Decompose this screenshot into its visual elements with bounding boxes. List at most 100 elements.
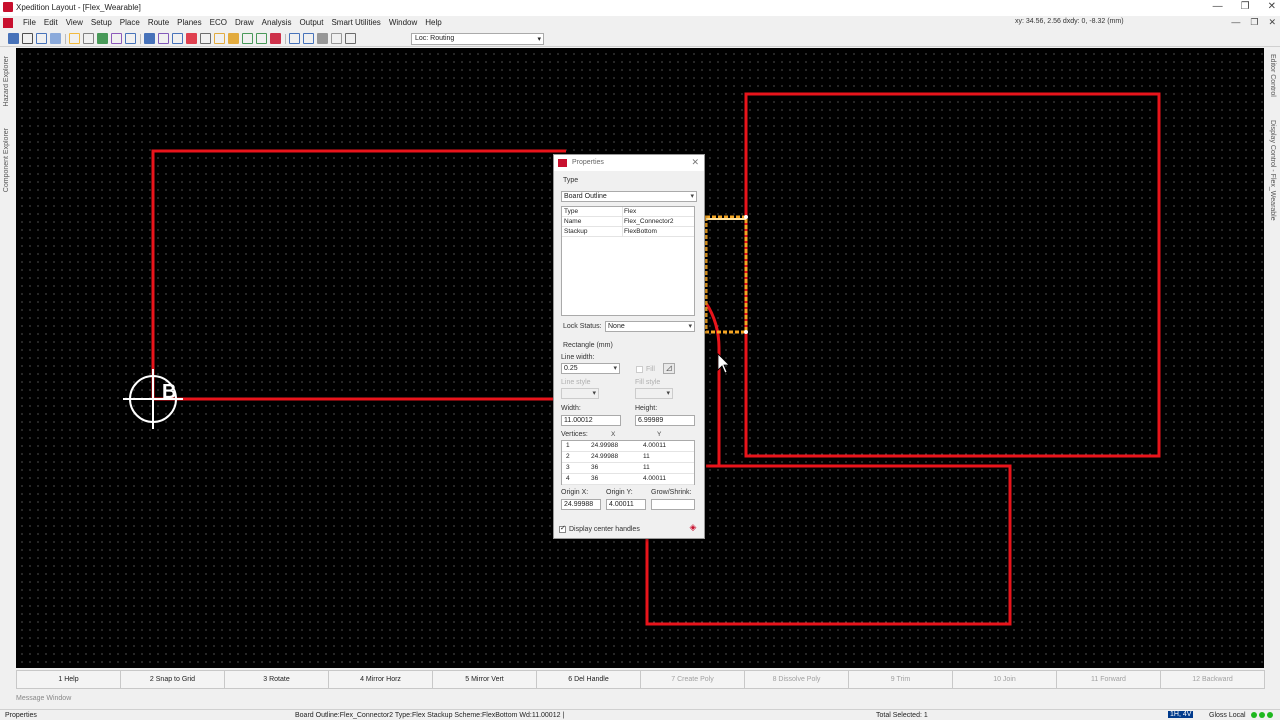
origin-y-input[interactable]: 4.00011 <box>606 499 646 510</box>
line-width-combo[interactable]: 0.25 ▾ <box>561 363 620 374</box>
fit-icon[interactable] <box>331 33 342 44</box>
gloss-icon[interactable] <box>214 33 225 44</box>
tab-hazard-explorer[interactable]: Hazard Explorer <box>3 56 10 107</box>
properties-icon[interactable] <box>111 33 122 44</box>
attribute-row[interactable]: Type Flex <box>562 207 694 217</box>
menu-analysis[interactable]: Analysis <box>258 18 296 27</box>
zoom-in-icon[interactable] <box>289 33 300 44</box>
zoom-out-icon[interactable] <box>303 33 314 44</box>
menu-setup[interactable]: Setup <box>87 18 116 27</box>
properties-dialog[interactable]: Properties ✕ Type Board Outline ▾ Type Fl… <box>553 154 705 539</box>
fkey-4-mirror-horz[interactable]: 4 Mirror Horz <box>328 670 433 689</box>
menu-file[interactable]: File <box>19 18 40 27</box>
vertex-y[interactable]: 11 <box>643 464 650 471</box>
height-input[interactable]: 6.99989 <box>635 415 695 426</box>
fkey-11-forward[interactable]: 11 Forward <box>1056 670 1161 689</box>
attribute-value[interactable]: FlexBottom <box>624 228 657 235</box>
vertex-y[interactable]: 4.00011 <box>643 442 666 449</box>
fkey-1-help[interactable]: 1 Help <box>16 670 121 689</box>
binoculars-icon[interactable] <box>22 33 33 44</box>
menu-draw[interactable]: Draw <box>231 18 258 27</box>
vertex-y[interactable]: 11 <box>643 453 650 460</box>
drc-icon[interactable] <box>270 33 281 44</box>
eraser-icon[interactable]: ◈ <box>687 523 699 534</box>
fkey-12-backward[interactable]: 12 Backward <box>1160 670 1265 689</box>
vertex-handle[interactable] <box>744 215 748 219</box>
flex-outline[interactable] <box>704 302 721 466</box>
width-input[interactable]: 11.00012 <box>561 415 621 426</box>
message-window-label[interactable]: Message Window <box>16 695 71 702</box>
vertex-y[interactable]: 4.00011 <box>643 475 666 482</box>
menu-smart-utilities[interactable]: Smart Utilities <box>327 18 384 27</box>
unhighlight-icon[interactable] <box>83 33 94 44</box>
vertex-x[interactable]: 36 <box>591 475 598 482</box>
tab-component-explorer[interactable]: Component Explorer <box>3 128 10 192</box>
save-icon[interactable] <box>8 33 19 44</box>
lock-status-combo-props[interactable]: None ▾ <box>605 321 695 332</box>
properties-titlebar[interactable]: Properties ✕ <box>554 155 704 171</box>
menu-eco[interactable]: ECO <box>206 18 231 27</box>
attribute-row[interactable]: Name Flex_Connector2 <box>562 217 694 227</box>
menu-window[interactable]: Window <box>385 18 421 27</box>
type-combo[interactable]: Board Outline ▾ <box>561 191 697 202</box>
vertices-table[interactable]: 1 24.99988 4.00011 2 24.99988 11 3 36 11 4 36 4.000… <box>561 440 695 485</box>
tab-editor-control[interactable]: Editor Control <box>1269 54 1276 97</box>
restore-button[interactable]: ❐ <box>1241 1 1250 12</box>
fkey-5-mirror-vert[interactable]: 5 Mirror Vert <box>432 670 537 689</box>
line-style-combo[interactable]: ▾ <box>561 388 599 399</box>
menu-help[interactable]: Help <box>421 18 445 27</box>
grow-shrink-input[interactable] <box>651 499 695 510</box>
select-mode-icon[interactable] <box>144 33 155 44</box>
tune-icon[interactable] <box>228 33 239 44</box>
fkey-2-snap-to-grid[interactable]: 2 Snap to Grid <box>120 670 225 689</box>
undo-icon[interactable] <box>36 33 47 44</box>
vertex-row[interactable]: 3 36 11 <box>562 463 694 474</box>
fill-checkbox[interactable] <box>636 366 643 373</box>
redo-icon[interactable] <box>50 33 61 44</box>
fkey-8-dissolve-poly[interactable]: 8 Dissolve Poly <box>744 670 849 689</box>
attributes-grid[interactable]: Type Flex Name Flex_Connector2 Stackup FlexBo… <box>561 206 695 316</box>
fkey-10-join[interactable]: 10 Join <box>952 670 1057 689</box>
attribute-row[interactable]: Stackup FlexBottom <box>562 227 694 237</box>
close-icon[interactable]: ✕ <box>691 157 699 168</box>
plane-mode-icon[interactable] <box>186 33 197 44</box>
fill-style-combo[interactable]: ▾ <box>635 388 673 399</box>
menu-edit[interactable]: Edit <box>40 18 62 27</box>
via-icon[interactable] <box>256 33 267 44</box>
pick-icon[interactable] <box>345 33 356 44</box>
vertex-row[interactable]: 2 24.99988 11 <box>562 452 694 463</box>
draw-mode-icon[interactable] <box>200 33 211 44</box>
fkey-3-rotate[interactable]: 3 Rotate <box>224 670 329 689</box>
menu-place[interactable]: Place <box>116 18 144 27</box>
vertex-x[interactable]: 24.99988 <box>591 442 618 449</box>
attribute-value[interactable]: Flex <box>624 208 636 215</box>
attribute-value[interactable]: Flex_Connector2 <box>624 218 674 225</box>
origin-x-input[interactable]: 24.99988 <box>561 499 601 510</box>
mdi-minimize-button[interactable]: — <box>1231 17 1240 28</box>
document-icon[interactable] <box>3 18 13 28</box>
highlight-icon[interactable] <box>69 33 80 44</box>
close-button[interactable]: ✕ <box>1268 1 1276 12</box>
route-mode-icon[interactable] <box>172 33 183 44</box>
minimize-button[interactable]: — <box>1213 1 1223 12</box>
vertex-handle[interactable] <box>744 330 748 334</box>
board-outline-right-top[interactable] <box>744 92 1161 458</box>
menu-output[interactable]: Output <box>295 18 327 27</box>
menu-planes[interactable]: Planes <box>173 18 205 27</box>
fill-pattern-icon[interactable]: ◿ <box>663 363 675 374</box>
fanout-icon[interactable] <box>242 33 253 44</box>
pan-icon[interactable] <box>317 33 328 44</box>
tab-display-control[interactable]: Display Control - Flex_Wearable <box>1269 120 1276 221</box>
grid-icon[interactable] <box>125 33 136 44</box>
place-mode-icon[interactable] <box>158 33 169 44</box>
fkey-6-del-handle[interactable]: 6 Del Handle <box>536 670 641 689</box>
vertex-row[interactable]: 4 36 4.00011 <box>562 474 694 485</box>
mdi-restore-button[interactable]: ❐ <box>1250 17 1258 28</box>
display-control-icon[interactable] <box>97 33 108 44</box>
menu-route[interactable]: Route <box>144 18 173 27</box>
menu-view[interactable]: View <box>62 18 87 27</box>
board-outline-left[interactable] <box>151 149 566 398</box>
vertex-x[interactable]: 36 <box>591 464 598 471</box>
center-handles-checkbox[interactable] <box>559 524 566 533</box>
fkey-9-trim[interactable]: 9 Trim <box>848 670 953 689</box>
